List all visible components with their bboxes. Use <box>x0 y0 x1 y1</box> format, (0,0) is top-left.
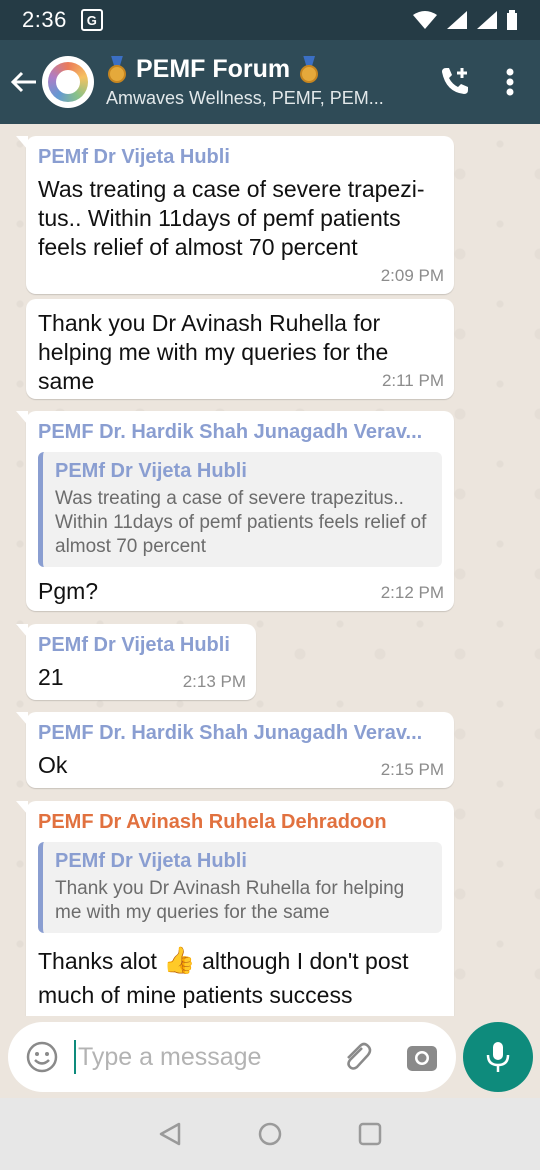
nav-recents-icon[interactable] <box>357 1121 383 1147</box>
wifi-icon <box>413 11 437 29</box>
message-time: 2:11 PM <box>381 371 444 390</box>
message-text: Thanks alot 👍 although I don't post much… <box>38 943 442 1012</box>
status-icons <box>412 10 518 30</box>
system-nav-bar <box>0 1098 540 1170</box>
message-input[interactable] <box>78 1042 308 1072</box>
signal-icon-2 <box>477 11 497 29</box>
status-time: 2:36 <box>22 7 67 32</box>
group-participants: Amwaves Wellness, PEMF, PEM... <box>106 88 384 108</box>
nav-home-icon[interactable] <box>257 1121 283 1147</box>
back-button[interactable] <box>4 40 44 124</box>
back-arrow-icon <box>10 71 36 93</box>
message-time: 2:15 PM <box>380 760 444 779</box>
quoted-text: Thank you Dr Avinash Ruhella for helping… <box>55 878 405 923</box>
message-sender: PEMf Dr Vijeta Hubli <box>38 634 230 656</box>
message-sender: PEMf Dr Vijeta Hubli <box>38 146 230 168</box>
message-text: Was treating a case of severe trapezi-tu… <box>38 176 425 260</box>
translate-icon: G <box>80 9 103 31</box>
message-bubble[interactable]: PEMF Dr. Hardik Shah Junagadh Verav... P… <box>16 411 454 611</box>
message-sender: PEMF Dr Avinash Ruhela Dehradoon <box>38 811 387 833</box>
quoted-sender: PEMf Dr Vijeta Hubli <box>55 850 247 872</box>
message-sender: PEMF Dr. Hardik Shah Junagadh Verav... <box>38 722 423 744</box>
composer-bar <box>0 1016 540 1098</box>
attach-icon[interactable] <box>340 1040 374 1074</box>
message-bubble[interactable]: PEMF Dr Avinash Ruhela Dehradoon PEMf Dr… <box>16 801 454 1016</box>
quoted-sender: PEMf Dr Vijeta Hubli <box>55 460 247 482</box>
camera-icon[interactable] <box>406 1042 438 1072</box>
message-bubble[interactable]: PEMf Dr Vijeta Hubli 21 2:13 PM <box>16 624 256 700</box>
medal-icon <box>298 55 320 84</box>
group-info[interactable]: PEMF Forum Amwaves Wellness, PEMF, PEM..… <box>106 55 438 109</box>
quoted-message[interactable]: PEMf Dr Vijeta Hubli Thank you Dr Avinas… <box>38 842 442 933</box>
mic-icon <box>486 1042 510 1072</box>
group-avatar[interactable] <box>42 56 94 108</box>
message-text-part: Thanks alot <box>38 948 157 974</box>
status-bar: 2:36 G <box>0 0 540 40</box>
more-vert-icon[interactable] <box>506 68 514 96</box>
chat-area[interactable]: PEMf Dr Vijeta Hubli Was treating a case… <box>0 124 540 1016</box>
group-title: PEMF Forum <box>136 55 291 83</box>
mic-button[interactable] <box>463 1022 533 1092</box>
composer <box>8 1022 456 1092</box>
signal-icon <box>447 11 467 29</box>
chat-header: PEMF Forum Amwaves Wellness, PEMF, PEM..… <box>0 40 540 124</box>
quoted-message[interactable]: PEMf Dr Vijeta Hubli Was treating a case… <box>38 452 442 567</box>
message-bubble[interactable]: Thank you Dr Avinash Ruhella for helping… <box>26 299 454 399</box>
battery-icon <box>507 10 517 30</box>
message-bubble[interactable]: PEMf Dr Vijeta Hubli Was treating a case… <box>16 136 454 294</box>
quoted-text: Was treating a case of severe trapezitus… <box>55 488 427 557</box>
emoji-icon[interactable] <box>26 1041 58 1073</box>
message-sender: PEMF Dr. Hardik Shah Junagadh Verav... <box>38 421 423 443</box>
nav-back-icon[interactable] <box>157 1121 183 1147</box>
message-time: 2:13 PM <box>182 672 246 691</box>
thumbs-up-icon: 👍 <box>163 945 196 975</box>
message-time: 2:12 PM <box>380 583 444 602</box>
add-call-icon[interactable] <box>438 66 472 98</box>
message-bubble[interactable]: PEMF Dr. Hardik Shah Junagadh Verav... O… <box>16 712 454 788</box>
medal-icon <box>106 55 128 84</box>
message-time: 2:09 PM <box>380 266 444 285</box>
